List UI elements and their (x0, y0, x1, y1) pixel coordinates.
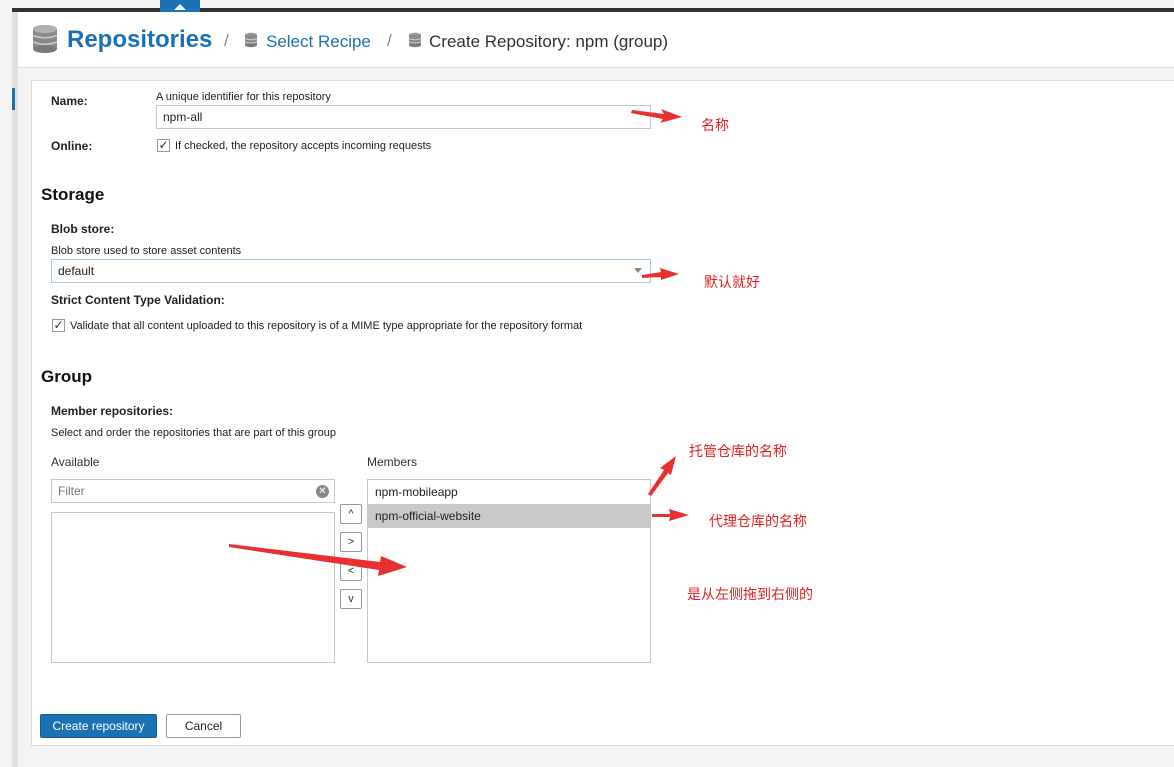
annotation-name: 名称 (701, 118, 729, 134)
annotation-arrow (648, 456, 676, 496)
annotation-arrow (631, 109, 682, 123)
annotation-arrow (642, 268, 679, 280)
annotation-default: 默认就好 (704, 275, 760, 291)
annotation-hosted: 托管仓库的名称 (689, 444, 787, 460)
annotation-arrow (229, 544, 407, 576)
annotation-arrows (229, 109, 689, 576)
annotation-drag: 是从左侧拖到右侧的 (687, 587, 813, 603)
annotation-arrow (652, 509, 689, 521)
annotation-proxy: 代理仓库的名称 (709, 514, 807, 530)
